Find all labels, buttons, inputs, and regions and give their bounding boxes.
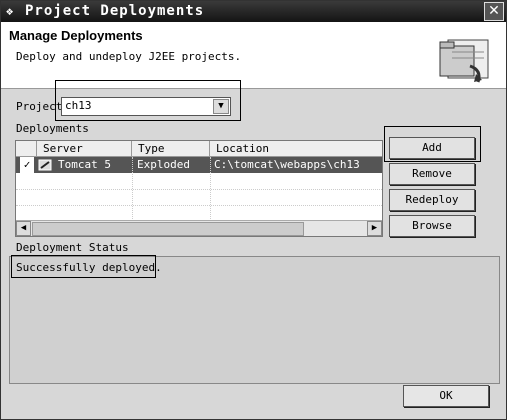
- column-divider: [132, 157, 133, 219]
- redeploy-button[interactable]: Redeploy: [389, 189, 475, 211]
- project-deployments-dialog: ❖ Project Deployments ✕ Manage Deploymen…: [0, 0, 507, 420]
- row-server: Tomcat 5: [58, 158, 111, 171]
- header-subtitle: Deploy and undeploy J2EE projects.: [16, 50, 242, 63]
- row-location: C:\tomcat\webapps\ch13: [214, 158, 360, 171]
- horizontal-scrollbar[interactable]: ◀ ▶: [16, 220, 382, 236]
- deployments-label: Deployments: [16, 122, 89, 135]
- ok-button[interactable]: OK: [403, 385, 489, 407]
- title-bar[interactable]: ❖ Project Deployments ✕: [1, 1, 506, 22]
- status-highlight-box: [11, 255, 156, 278]
- add-highlight-box: [384, 126, 481, 162]
- arrow-left-icon[interactable]: ◀: [16, 221, 31, 236]
- project-highlight-box: [55, 80, 241, 121]
- remove-button[interactable]: Remove: [389, 163, 475, 185]
- column-header-check[interactable]: [16, 141, 37, 157]
- scrollbar-thumb[interactable]: [32, 222, 304, 236]
- column-header-server[interactable]: Server: [37, 141, 132, 157]
- checkmark-icon[interactable]: ✓: [20, 157, 34, 173]
- deployments-table[interactable]: Server Type Location ✓ Tomcat 5 Exploded…: [15, 140, 383, 237]
- column-header-location[interactable]: Location: [210, 141, 382, 157]
- close-button[interactable]: ✕: [484, 2, 504, 21]
- header-title: Manage Deployments: [9, 28, 143, 43]
- row-divider: [16, 189, 382, 190]
- column-header-type[interactable]: Type: [132, 141, 210, 157]
- deployment-status-label: Deployment Status: [16, 241, 129, 254]
- window-icon: ❖: [6, 4, 14, 18]
- table-row[interactable]: ✓ Tomcat 5 Exploded C:\tomcat\webapps\ch…: [16, 157, 382, 173]
- server-icon: [38, 159, 52, 171]
- row-divider: [16, 205, 382, 206]
- window-title: Project Deployments: [25, 3, 205, 19]
- row-type: Exploded: [137, 158, 190, 171]
- column-divider: [210, 157, 211, 219]
- browse-button[interactable]: Browse: [389, 215, 475, 237]
- deploy-wizard-icon: [439, 39, 489, 83]
- arrow-right-icon[interactable]: ▶: [367, 221, 382, 236]
- wizard-header: Manage Deployments Deploy and undeploy J…: [1, 22, 506, 89]
